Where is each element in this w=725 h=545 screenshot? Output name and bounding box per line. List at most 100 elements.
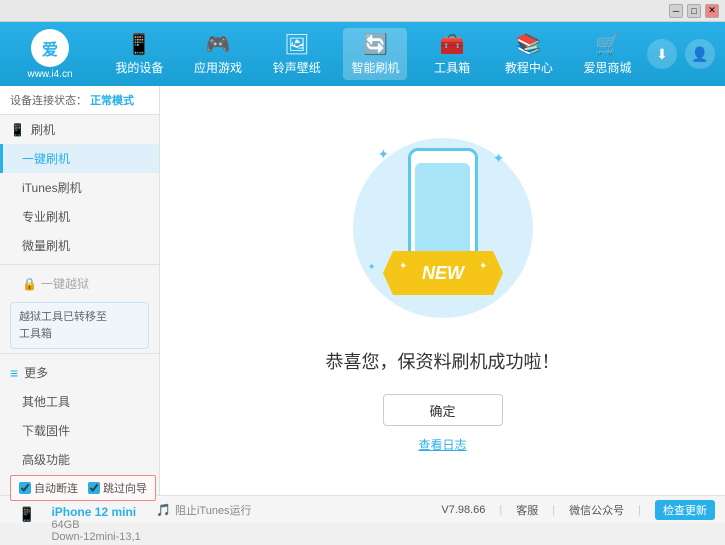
sep-1: | [499,504,502,516]
svg-text:✦: ✦ [399,261,407,272]
maximize-button[interactable]: □ [687,4,701,18]
sidebar-group-flash[interactable]: 📱 刷机 [0,115,159,144]
phone-screen [415,163,470,263]
sep-3: | [638,504,641,516]
minimize-button[interactable]: ─ [669,4,683,18]
sidebar-item-itunes-flash[interactable]: iTunes刷机 [0,173,159,202]
nav-icon-toolbox: 🧰 [440,32,465,57]
bottom-left-section: 自动断连 跳过向导 📱 iPhone 12 mini 64GB Down-12m… [10,475,156,545]
success-title: 恭喜您，保资料刷机成功啦！ [326,348,560,374]
logo-icon: 爱 [31,29,69,67]
sidebar-divider-1 [0,264,159,265]
lock-icon: 🔒 [22,277,37,291]
auto-close-checkbox[interactable]: 自动断连 [19,480,78,496]
logo[interactable]: 爱 www.i4.cn [10,29,90,80]
nav-icon-apps-games: 🎮 [206,32,231,57]
sidebar-item-other-tools[interactable]: 其他工具 [0,387,159,416]
secondary-link[interactable]: 查看日志 [418,436,466,453]
header: 爱 www.i4.cn 📱 我的设备 🎮 应用游戏 🖼 铃声壁纸 🔄 智能刷机 … [0,22,725,86]
nav-label-wallpaper: 铃声壁纸 [273,59,321,76]
download-firmware-label: 下载固件 [22,424,70,438]
nav-item-apps-games[interactable]: 🎮 应用游戏 [186,28,250,80]
device-phone-icon: 📱 [18,506,35,523]
logo-text: www.i4.cn [27,69,72,80]
checkbox-row: 自动断连 跳过向导 [10,475,156,501]
jailbreak-label: 一键越狱 [41,275,89,292]
jailbreak-note-text: 越狱工具已转移至工具箱 [19,311,107,340]
confirm-button[interactable]: 确定 [383,394,503,426]
nav-label-my-device: 我的设备 [115,59,163,76]
nav-icon-mall: 🛒 [595,32,620,57]
header-right: ⬇ 👤 [647,39,715,69]
advanced-label: 高级功能 [22,453,70,467]
sidebar-group-more[interactable]: ≡ 更多 [0,358,159,387]
new-banner: NEW ✦ ✦ [383,251,503,295]
svg-text:✦: ✦ [479,261,487,272]
status-label: 设备连接状态： [10,95,87,107]
nav-label-smart-flash: 智能刷机 [351,59,399,76]
other-tools-label: 其他工具 [22,395,70,409]
via-wizard-input[interactable] [88,482,100,494]
nav-bar: 📱 我的设备 🎮 应用游戏 🖼 铃声壁纸 🔄 智能刷机 🧰 工具箱 📚 教程中心… [100,28,647,80]
sparkle-icon-3: ✦ [368,262,376,273]
flash-group-icon: 📱 [10,123,25,137]
wechat-link[interactable]: 微信公众号 [569,502,624,518]
more-group-icon: ≡ [10,365,18,381]
nav-item-wallpaper[interactable]: 🖼 铃声壁纸 [265,28,329,80]
itunes-icon: 🎵 [156,503,171,517]
device-info: iPhone 12 mini 64GB Down-12mini-13,1 [51,505,140,543]
sparkle-icon-1: ✦ [378,146,390,163]
auto-close-input[interactable] [19,482,31,494]
svg-text:NEW: NEW [422,263,466,283]
jailbreak-note: 越狱工具已转移至工具箱 [10,302,149,349]
success-illustration: ✦ ✦ ✦ NEW ✦ ✦ [343,128,543,328]
sep-2: | [552,504,555,516]
nav-label-apps-games: 应用游戏 [194,59,242,76]
nav-icon-my-device: 📱 [127,32,152,57]
save-flash-label: 微量刷机 [22,239,70,253]
check-update-button[interactable]: 检查更新 [655,500,715,520]
content-area: ✦ ✦ ✦ NEW ✦ ✦ 恭喜您，保资料刷机成功啦！ 确定 查看日志 [160,86,725,495]
pro-flash-label: 专业刷机 [22,210,70,224]
close-button[interactable]: ✕ [705,4,719,18]
nav-item-toolbox[interactable]: 🧰 工具箱 [422,28,482,80]
nav-icon-wallpaper: 🖼 [284,32,309,57]
sidebar-jailbreak-group: 🔒 一键越狱 [0,269,159,298]
nav-item-smart-flash[interactable]: 🔄 智能刷机 [343,28,407,80]
itunes-flash-label: iTunes刷机 [22,181,82,195]
sidebar-item-download-firmware[interactable]: 下载固件 [0,416,159,445]
nav-label-toolbox: 工具箱 [434,59,470,76]
sidebar: 设备连接状态： 正常模式 📱 刷机 一键刷机 iTunes刷机 专业刷机 微量刷… [0,86,160,495]
download-button[interactable]: ⬇ [647,39,677,69]
sidebar-item-save-flash[interactable]: 微量刷机 [0,231,159,260]
via-wizard-checkbox[interactable]: 跳过向导 [88,480,147,496]
nav-label-mall: 爱思商城 [584,59,632,76]
device-status-bar: 设备连接状态： 正常模式 [0,86,159,115]
via-wizard-label: 跳过向导 [103,480,147,496]
version-text: V7.98.66 [441,504,485,516]
nav-item-tutorial[interactable]: 📚 教程中心 [497,28,561,80]
sidebar-item-advanced[interactable]: 高级功能 [0,445,159,474]
nav-item-my-device[interactable]: 📱 我的设备 [107,28,171,80]
auto-close-label: 自动断连 [34,480,78,496]
one-key-flash-label: 一键刷机 [22,152,70,166]
itunes-status-text: 阻止iTunes运行 [175,502,252,518]
customer-service-link[interactable]: 客服 [516,502,538,518]
nav-label-tutorial: 教程中心 [505,59,553,76]
nav-item-mall[interactable]: 🛒 爱思商城 [576,28,640,80]
flash-group-label: 刷机 [31,121,55,138]
window-controls: ─ □ ✕ [669,4,719,18]
main-layout: 设备连接状态： 正常模式 📱 刷机 一键刷机 iTunes刷机 专业刷机 微量刷… [0,86,725,495]
user-button[interactable]: 👤 [685,39,715,69]
device-name: iPhone 12 mini [51,505,140,519]
device-storage: 64GB [51,519,140,531]
bottom-right-section: V7.98.66 | 客服 | 微信公众号 | 检查更新 [441,500,715,520]
sidebar-item-one-key-flash[interactable]: 一键刷机 [0,144,159,173]
sidebar-item-pro-flash[interactable]: 专业刷机 [0,202,159,231]
itunes-status: 🎵 阻止iTunes运行 [156,502,252,518]
bottom-bar: 自动断连 跳过向导 📱 iPhone 12 mini 64GB Down-12m… [0,495,725,523]
device-info-row: 📱 iPhone 12 mini 64GB Down-12mini-13,1 [10,503,156,545]
status-value: 正常模式 [90,95,134,107]
sparkle-icon-2: ✦ [493,150,505,167]
title-bar: ─ □ ✕ [0,0,725,22]
